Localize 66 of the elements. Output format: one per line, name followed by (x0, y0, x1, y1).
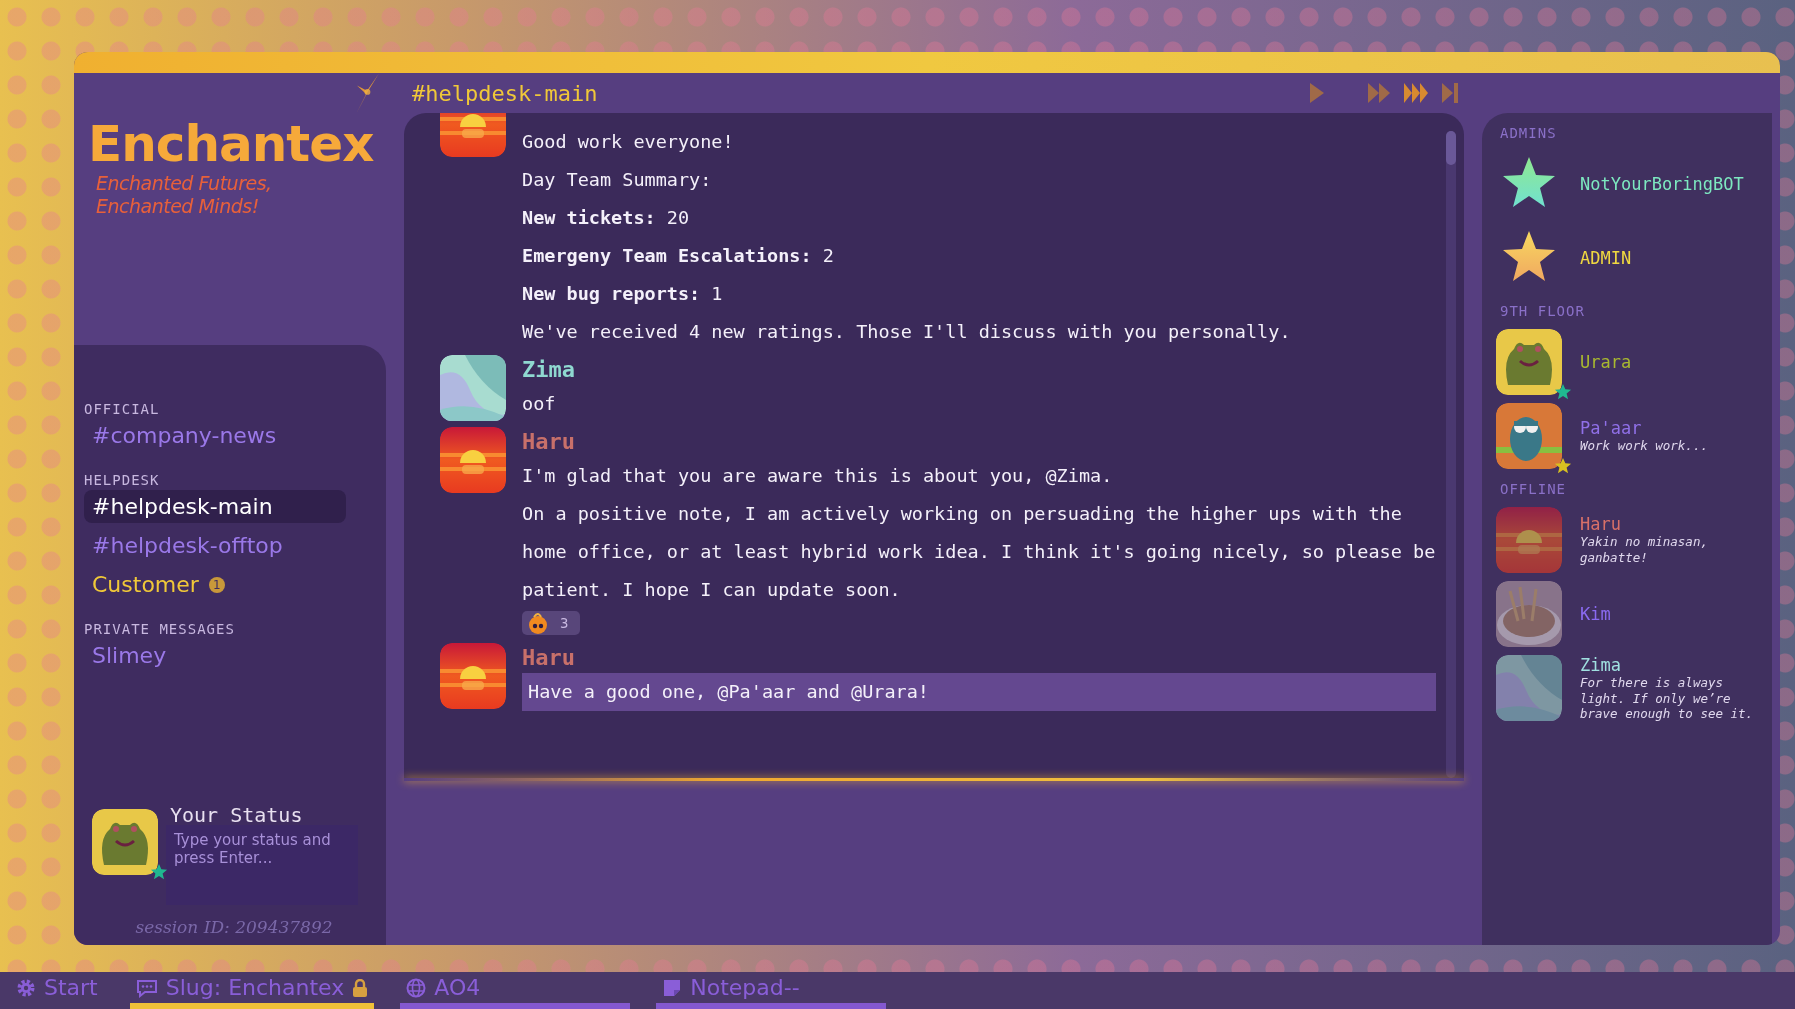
fast-forward-icon[interactable] (1368, 83, 1390, 103)
taskbar-item[interactable]: AO4 (400, 972, 631, 1009)
member-name[interactable]: ADMIN (1580, 248, 1632, 268)
scrollbar[interactable] (1446, 131, 1456, 778)
channel-item[interactable]: Slimey (84, 639, 175, 672)
member-status: For there is always light. If only we’re brave enough to see it. (1580, 675, 1755, 722)
message-text: Day Team Summary: (522, 168, 713, 192)
message-text: New tickets: 20 (522, 206, 691, 230)
reaction-chip[interactable]: 3 (522, 611, 581, 635)
creature-emoji-icon (526, 611, 550, 635)
channel-title: #helpdesk-main (411, 80, 598, 106)
play-icon[interactable] (1310, 83, 1324, 103)
message-text: On a positive note, I am actively working on persuading the higher ups with the home office, or at least hybrid work idea. I think it's going nicely, so please be patient. I hope I can update soon. (522, 502, 1436, 602)
member-name[interactable]: Urara (1580, 352, 1632, 372)
sunset-avatar (440, 643, 506, 709)
logo-tagline: Enchanted Minds! (95, 194, 260, 218)
message-author: Haru (522, 428, 576, 456)
member-status: Yakin no minasan, ganbatte! (1580, 534, 1709, 566)
logo-wordmark: Enchantex (88, 117, 375, 172)
globe-icon (406, 977, 427, 998)
section-heading: 9TH FLOOR (1500, 303, 1586, 319)
star-badge-icon (1554, 457, 1572, 475)
message-text: Emergeny Team Escalations: 2 (522, 244, 835, 268)
note-icon (662, 977, 683, 998)
taskbar-item[interactable]: Notepad-- (656, 972, 887, 1009)
sunset-avatar (440, 427, 506, 493)
section-heading: HELPDESK (84, 472, 161, 488)
channel-item[interactable]: #helpdesk-main (84, 490, 346, 523)
status-input[interactable]: Type your status and press Enter... (166, 825, 358, 905)
triple-forward-icon[interactable] (1404, 83, 1428, 103)
member-name[interactable]: Haru (1580, 514, 1758, 535)
section-heading: OFFICIAL (84, 401, 161, 417)
unread-badge: 1 (208, 576, 225, 593)
message-author: Haru (522, 644, 576, 672)
session-id: session ID: 209437892 (134, 917, 334, 937)
message-text: oof (522, 392, 557, 416)
chat-bubble-icon (135, 977, 158, 998)
channel-label: Customer (92, 572, 199, 597)
channel-item[interactable]: Customer 1 (84, 568, 233, 601)
status-title: Your Status (169, 803, 304, 827)
channel-item[interactable]: #company-news (84, 419, 285, 452)
taskbar-item[interactable]: Start (10, 972, 104, 1009)
message-author: Zima (522, 356, 576, 384)
logo-tagline: Enchanted Futures, (95, 172, 273, 195)
star-badge-icon (1554, 383, 1572, 401)
section-heading: ADMINS (1500, 125, 1558, 141)
member-status: Work work work... (1580, 438, 1708, 454)
message-text: New bug reports: 1 (522, 282, 724, 306)
frog-avatar (92, 809, 158, 875)
member-name[interactable]: Kim (1580, 604, 1611, 624)
member-name[interactable]: Pa'aar (1580, 418, 1708, 439)
message-text: I'm glad that you are aware this is about you, @Zima. (522, 464, 1114, 488)
star-badge-icon (150, 863, 168, 881)
taskbar-item[interactable]: Slug: Enchantex (129, 972, 375, 1009)
section-heading: PRIVATE MESSAGES (84, 621, 236, 637)
skip-end-icon[interactable] (1442, 83, 1458, 103)
member-name[interactable]: Zima (1580, 655, 1758, 675)
member-name[interactable]: NotYourBoringBOT (1580, 174, 1744, 194)
waves-avatar (440, 355, 506, 421)
settings-icon (16, 977, 36, 998)
section-heading: OFFLINE (1500, 481, 1567, 497)
message-text: Good work everyone! (522, 130, 735, 154)
lock-icon (352, 978, 369, 997)
message-text: We've received 4 new ratings. Those I'll discuss with you personally. (522, 320, 1292, 344)
channel-item[interactable]: #helpdesk-offtop (84, 529, 291, 562)
message-text: Have a good one, @Pa'aar and @Urara! (522, 673, 1436, 711)
